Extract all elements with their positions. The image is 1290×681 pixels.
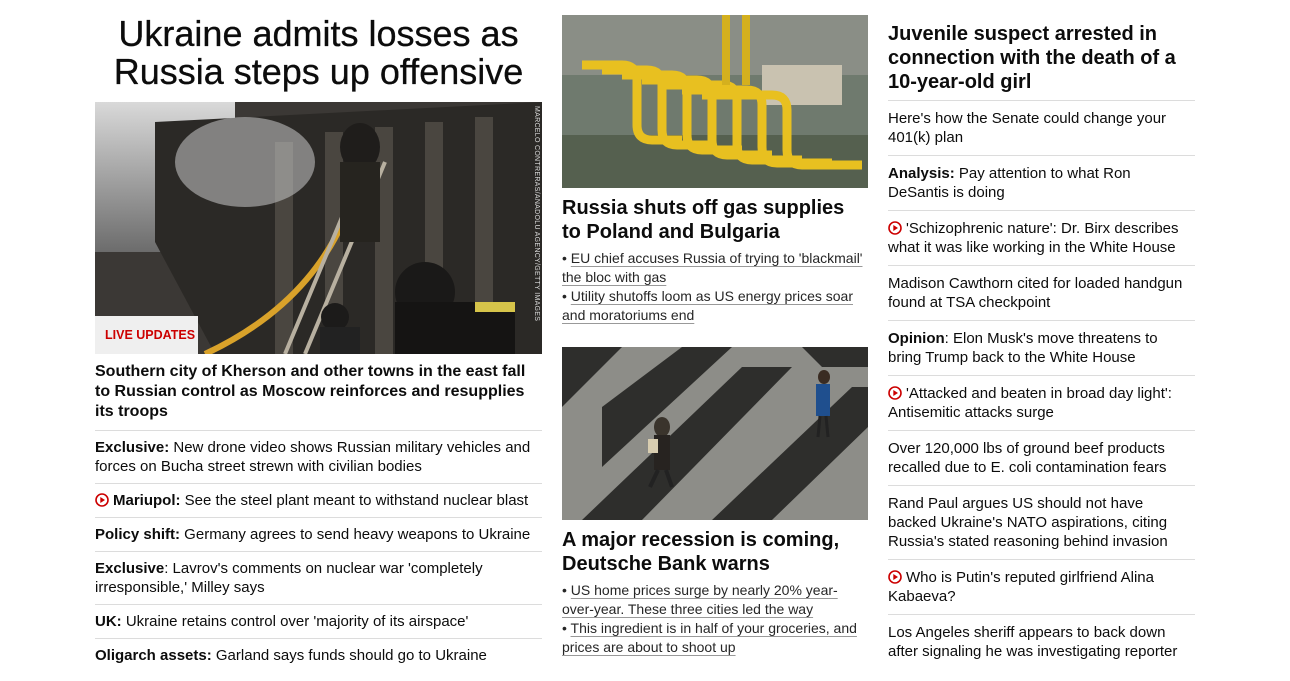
list-item[interactable]: Opinion: Elon Musk's move threatens to b… (888, 321, 1195, 376)
list-item[interactable]: Madison Cawthorn cited for loaded handgu… (888, 266, 1195, 321)
list-item[interactable]: Here's how the Senate could change your … (888, 101, 1195, 156)
item-text: See the steel plant meant to withstand n… (180, 492, 529, 509)
hero-image[interactable]: LIVE UPDATES MARCELO CONTRERAS/ANADOLU A… (95, 102, 542, 354)
list-item[interactable]: Exclusive: New drone video shows Russian… (95, 431, 542, 484)
list-item[interactable]: 'Schizophrenic nature': Dr. Birx describ… (888, 211, 1195, 266)
list-item[interactable]: Mariupol: See the steel plant meant to w… (95, 484, 542, 518)
gas-story-title[interactable]: Russia shuts off gas supplies to Poland … (562, 196, 868, 244)
sub-item-link[interactable]: EU chief accuses Russia of trying to 'bl… (562, 250, 862, 285)
pedestrians-photo (562, 347, 868, 520)
sub-item-link[interactable]: This ingredient is in half of your groce… (562, 620, 857, 655)
sub-item-link[interactable]: US home prices surge by nearly 20% year-… (562, 582, 838, 617)
play-circle-icon (888, 386, 902, 400)
item-text: Germany agrees to send heavy weapons to … (180, 526, 531, 543)
right-column: Juvenile suspect arrested in connection … (888, 0, 1195, 669)
list-item[interactable]: Who is Putin's reputed girlfriend Alina … (888, 560, 1195, 615)
sub-item[interactable]: • EU chief accuses Russia of trying to '… (562, 249, 868, 287)
item-text: Over 120,000 lbs of ground beef products… (888, 440, 1167, 476)
headline-list: Here's how the Senate could change your … (888, 101, 1195, 669)
list-item[interactable]: Analysis: Pay attention to what Ron DeSa… (888, 156, 1195, 211)
item-text: Ukraine retains control over 'majority o… (121, 613, 469, 630)
gas-related-list: • EU chief accuses Russia of trying to '… (562, 249, 868, 325)
item-prefix: Analysis: (888, 165, 955, 182)
main-headline-link[interactable]: Ukraine admits losses as Russia steps up… (95, 14, 542, 91)
item-text: Who is Putin's reputed girlfriend Alina … (888, 569, 1154, 605)
list-item[interactable]: Oligarch assets: Garland says funds shou… (95, 639, 542, 672)
play-circle-icon (888, 570, 902, 584)
play-circle-icon (888, 221, 902, 235)
gas-pipes-image[interactable] (562, 15, 868, 188)
list-item[interactable]: Rand Paul argues US should not have back… (888, 486, 1195, 560)
sub-item[interactable]: • US home prices surge by nearly 20% yea… (562, 581, 868, 619)
list-item[interactable]: Policy shift: Germany agrees to send hea… (95, 518, 542, 552)
list-item[interactable]: Los Angeles sheriff appears to back down… (888, 615, 1195, 669)
list-item[interactable]: 'Attacked and beaten in broad day light'… (888, 376, 1195, 431)
recession-related-list: • US home prices surge by nearly 20% yea… (562, 581, 868, 657)
middle-column: Russia shuts off gas supplies to Poland … (562, 0, 868, 657)
main-story-column: Ukraine admits losses as Russia steps up… (95, 0, 542, 672)
live-updates-badge[interactable]: LIVE UPDATES (95, 316, 198, 354)
item-prefix: Policy shift: (95, 526, 181, 543)
list-item[interactable]: UK: Ukraine retains control over 'majori… (95, 605, 542, 639)
item-prefix: UK: (95, 613, 122, 630)
juvenile-story-title[interactable]: Juvenile suspect arrested in connection … (888, 22, 1195, 101)
item-prefix: Mariupol: (113, 492, 181, 509)
item-text: Madison Cawthorn cited for loaded handgu… (888, 275, 1183, 311)
list-item[interactable]: Over 120,000 lbs of ground beef products… (888, 431, 1195, 486)
item-text: Rand Paul argues US should not have back… (888, 495, 1168, 550)
item-text: Garland says funds should go to Ukraine (211, 647, 487, 664)
item-text: Here's how the Senate could change your … (888, 110, 1167, 146)
list-item[interactable]: Exclusive: Lavrov's comments on nuclear … (95, 552, 542, 605)
item-text: Los Angeles sheriff appears to back down… (888, 624, 1178, 660)
item-prefix: Oligarch assets: (95, 647, 212, 664)
recession-story-title[interactable]: A major recession is coming, Deutsche Ba… (562, 528, 868, 576)
sub-item[interactable]: • Utility shutoffs loom as US energy pri… (562, 287, 868, 325)
lead-story-link[interactable]: Southern city of Kherson and other towns… (95, 362, 542, 431)
photo-credit: MARCELO CONTRERAS/ANADOLU AGENCY/GETTY I… (533, 106, 540, 322)
item-prefix: Exclusive (95, 560, 165, 577)
item-text: 'Schizophrenic nature': Dr. Birx describ… (888, 220, 1179, 256)
sub-item[interactable]: • This ingredient is in half of your gro… (562, 619, 868, 657)
related-list: Exclusive: New drone video shows Russian… (95, 431, 542, 672)
sub-item-link[interactable]: Utility shutoffs loom as US energy price… (562, 288, 853, 323)
play-circle-icon (95, 493, 109, 507)
item-prefix: Opinion (888, 330, 945, 347)
recession-image[interactable] (562, 347, 868, 520)
gas-pipeline-photo (562, 15, 868, 188)
item-prefix: Exclusive: (95, 439, 170, 456)
item-text: 'Attacked and beaten in broad day light'… (888, 385, 1172, 421)
